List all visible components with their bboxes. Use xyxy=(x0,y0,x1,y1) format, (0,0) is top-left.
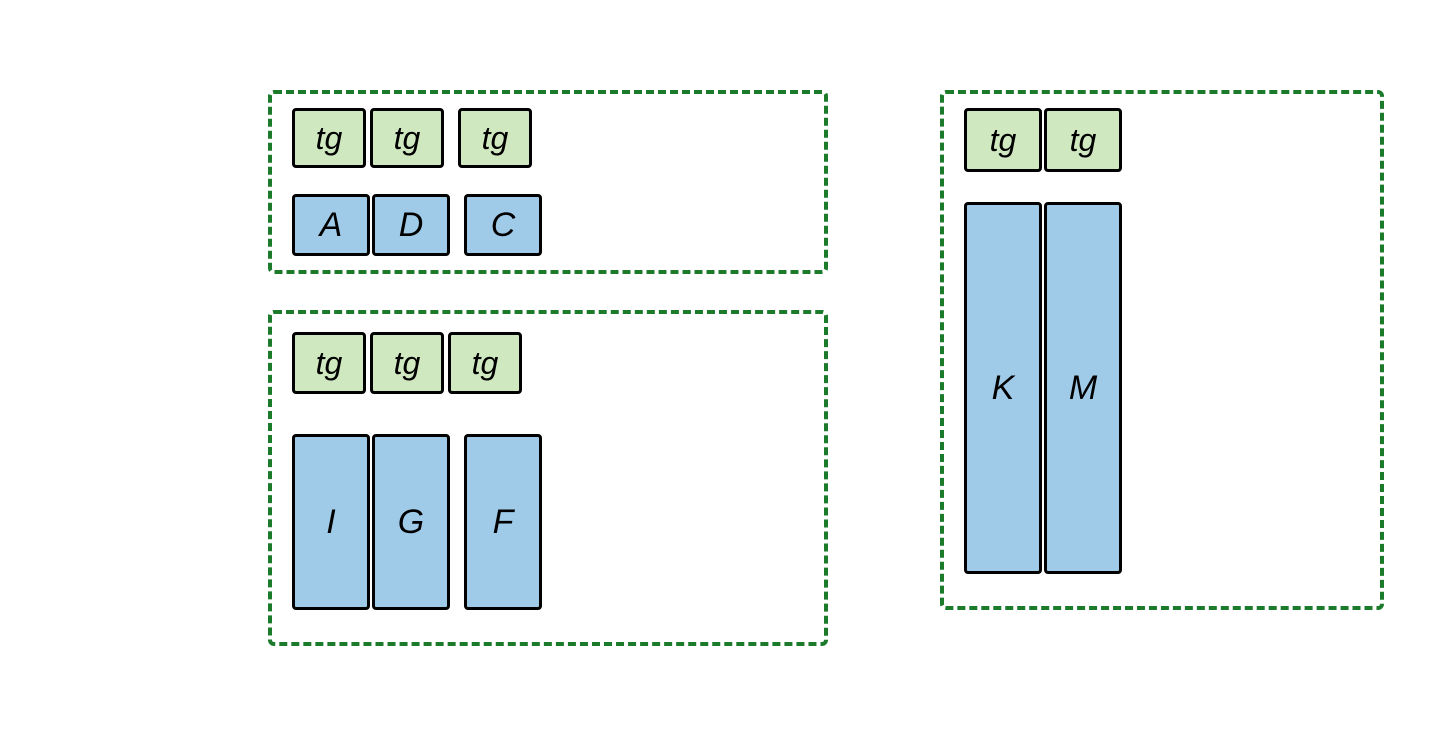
tag-b1: tg xyxy=(292,332,366,394)
tag-a1: tg xyxy=(292,108,366,168)
box-a3: C xyxy=(464,194,542,256)
tag-c1: tg xyxy=(964,108,1042,172)
tag-a3: tg xyxy=(458,108,532,168)
box-a2: D xyxy=(372,194,450,256)
box-b1: I xyxy=(292,434,370,610)
container-c: tg tg K M xyxy=(940,90,1384,610)
tag-b2: tg xyxy=(370,332,444,394)
diagram-stage: tg tg tg A D C tg tg tg I G F tg tg K M xyxy=(0,0,1433,738)
container-a: tg tg tg A D C xyxy=(268,90,828,274)
box-c1: K xyxy=(964,202,1042,574)
tag-c2: tg xyxy=(1044,108,1122,172)
box-b2: G xyxy=(372,434,450,610)
container-b: tg tg tg I G F xyxy=(268,310,828,646)
box-b3: F xyxy=(464,434,542,610)
tag-b3: tg xyxy=(448,332,522,394)
box-c2: M xyxy=(1044,202,1122,574)
box-a1: A xyxy=(292,194,370,256)
tag-a2: tg xyxy=(370,108,444,168)
